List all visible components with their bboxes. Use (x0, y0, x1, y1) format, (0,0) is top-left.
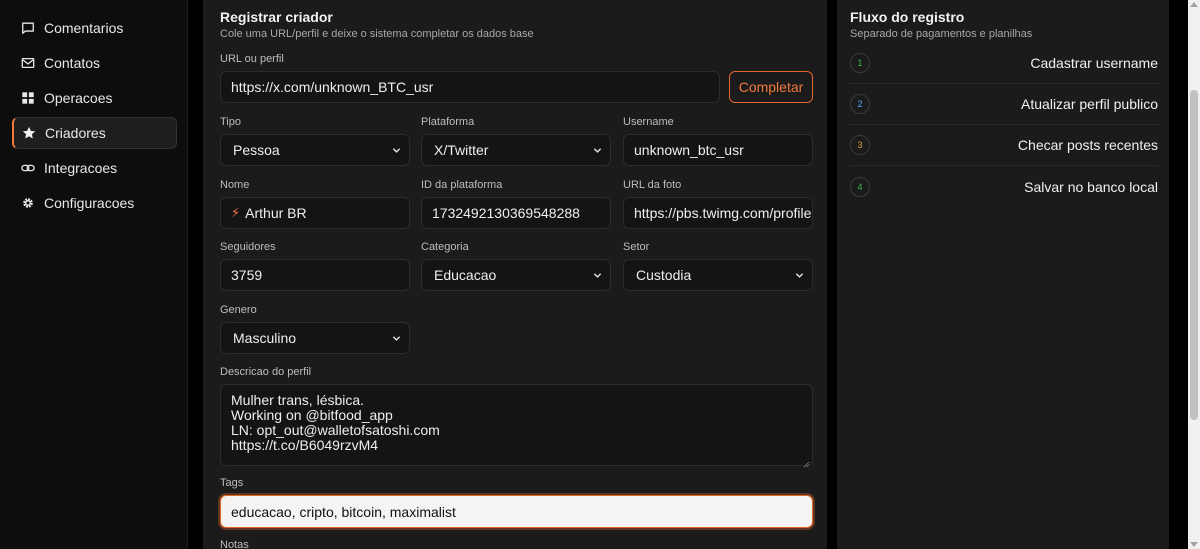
step-number-badge: 4 (850, 176, 870, 197)
resize-handle-icon[interactable] (803, 456, 810, 468)
flow-step: 1 Cadastrar username (850, 43, 1158, 84)
star-icon (22, 126, 36, 140)
plataforma-label: Plataforma (421, 116, 475, 128)
categoria-select[interactable]: Educacao (421, 259, 611, 291)
step-number-badge: 2 (850, 94, 870, 114)
categoria-label: Categoria (421, 241, 469, 253)
step-label: Atualizar perfil publico (1021, 96, 1158, 112)
foto-label: URL da foto (623, 179, 682, 191)
setor-select[interactable]: Custodia (623, 259, 813, 291)
description-line: Working on @bitfood_app (231, 407, 393, 423)
scroll-up-arrow-icon[interactable] (1190, 2, 1198, 7)
setor-label: Setor (623, 241, 650, 253)
username-input[interactable]: unknown_btc_usr (623, 134, 813, 166)
chevron-down-icon (593, 146, 602, 155)
sidebar: Comentarios Contatos Operacoes Criadores… (0, 0, 188, 549)
flow-subtitle: Separado de pagamentos e planilhas (850, 28, 1033, 40)
chevron-down-icon (795, 271, 804, 280)
seguidores-label: Seguidores (220, 241, 276, 253)
sidebar-item-operacoes[interactable]: Operacoes (12, 82, 177, 114)
scrollbar-thumb[interactable] (1190, 90, 1198, 420)
sidebar-item-label: Configuracoes (44, 195, 135, 211)
nome-value: Arthur BR (245, 205, 307, 221)
chevron-down-icon (593, 271, 602, 280)
message-square-icon (21, 21, 35, 35)
platform-id-input[interactable]: 1732492130369548288 (421, 197, 611, 229)
nome-input[interactable]: ⚡︎ Arthur BR (220, 197, 410, 229)
descricao-label: Descricao do perfil (220, 366, 312, 378)
step-number-badge: 1 (850, 53, 870, 73)
complete-button[interactable]: Completar (729, 71, 813, 103)
tags-label: Tags (220, 477, 244, 489)
step-label: Salvar no banco local (1024, 178, 1158, 195)
nome-label: Nome (220, 179, 250, 191)
tipo-value: Pessoa (233, 142, 280, 158)
flow-title: Fluxo do registro (850, 9, 965, 25)
form-subtitle: Cole uma URL/perfil e deixe o sistema co… (220, 28, 534, 40)
sidebar-item-label: Contatos (44, 55, 101, 71)
register-creator-panel: Registrar criador Cole uma URL/perfil e … (203, 0, 827, 549)
chevron-down-icon (392, 146, 401, 155)
username-label: Username (623, 116, 674, 128)
sidebar-item-comentarios[interactable]: Comentarios (12, 12, 177, 44)
description-line: LN: opt_out@walletofsatoshi.com (231, 422, 440, 438)
tipo-select[interactable]: Pessoa (220, 134, 410, 166)
tags-input[interactable]: educacao, cripto, bitcoin, maximalist (220, 495, 813, 528)
lightning-icon: ⚡︎ (231, 205, 241, 220)
flow-step: 2 Atualizar perfil publico (850, 84, 1158, 125)
notas-label: Notas (220, 539, 249, 549)
sidebar-item-contatos[interactable]: Contatos (12, 47, 177, 79)
mail-icon (21, 56, 35, 70)
plataforma-value: X/Twitter (434, 142, 489, 158)
genero-value: Masculino (233, 330, 297, 346)
step-number-badge: 3 (850, 135, 870, 155)
genero-label: Genero (220, 304, 257, 316)
categoria-value: Educacao (434, 267, 497, 283)
step-label: Checar posts recentes (1017, 137, 1158, 153)
plataforma-select[interactable]: X/Twitter (421, 134, 611, 166)
setor-value: Custodia (636, 267, 692, 283)
sidebar-item-label: Criadores (45, 125, 106, 141)
sidebar-item-label: Comentarios (44, 20, 124, 36)
id-label: ID da plataforma (421, 179, 503, 191)
sidebar-item-integracoes[interactable]: Integracoes (12, 152, 177, 184)
followers-input[interactable]: 3759 (220, 259, 410, 291)
sidebar-item-label: Integracoes (44, 160, 118, 176)
chevron-down-icon (392, 334, 401, 343)
scroll-down-arrow-icon[interactable] (1190, 542, 1198, 547)
genero-select[interactable]: Masculino (220, 322, 410, 354)
page-scrollbar[interactable] (1188, 0, 1200, 549)
url-input[interactable]: https://x.com/unknown_BTC_usr (220, 71, 720, 103)
url-label: URL ou perfil (220, 53, 284, 65)
form-title: Registrar criador (220, 9, 333, 25)
description-line: Mulher trans, lésbica. (231, 392, 365, 408)
tipo-label: Tipo (220, 116, 241, 128)
description-line: https://t.co/B6049rzvM4 (231, 437, 379, 453)
flow-step: 4 Salvar no banco local (850, 166, 1158, 207)
gear-icon (21, 196, 35, 210)
step-label: Cadastrar username (1030, 55, 1158, 71)
flow-step: 3 Checar posts recentes (850, 125, 1158, 166)
sidebar-item-configuracoes[interactable]: Configuracoes (12, 187, 177, 219)
photo-url-input[interactable]: https://pbs.twimg.com/profile (623, 197, 813, 229)
sidebar-item-criadores[interactable]: Criadores (12, 117, 177, 149)
grid-icon (21, 91, 35, 105)
sidebar-item-label: Operacoes (44, 90, 113, 106)
link-icon (21, 161, 35, 175)
description-textarea[interactable]: Mulher trans, lésbica. Working on @bitfo… (220, 384, 813, 468)
